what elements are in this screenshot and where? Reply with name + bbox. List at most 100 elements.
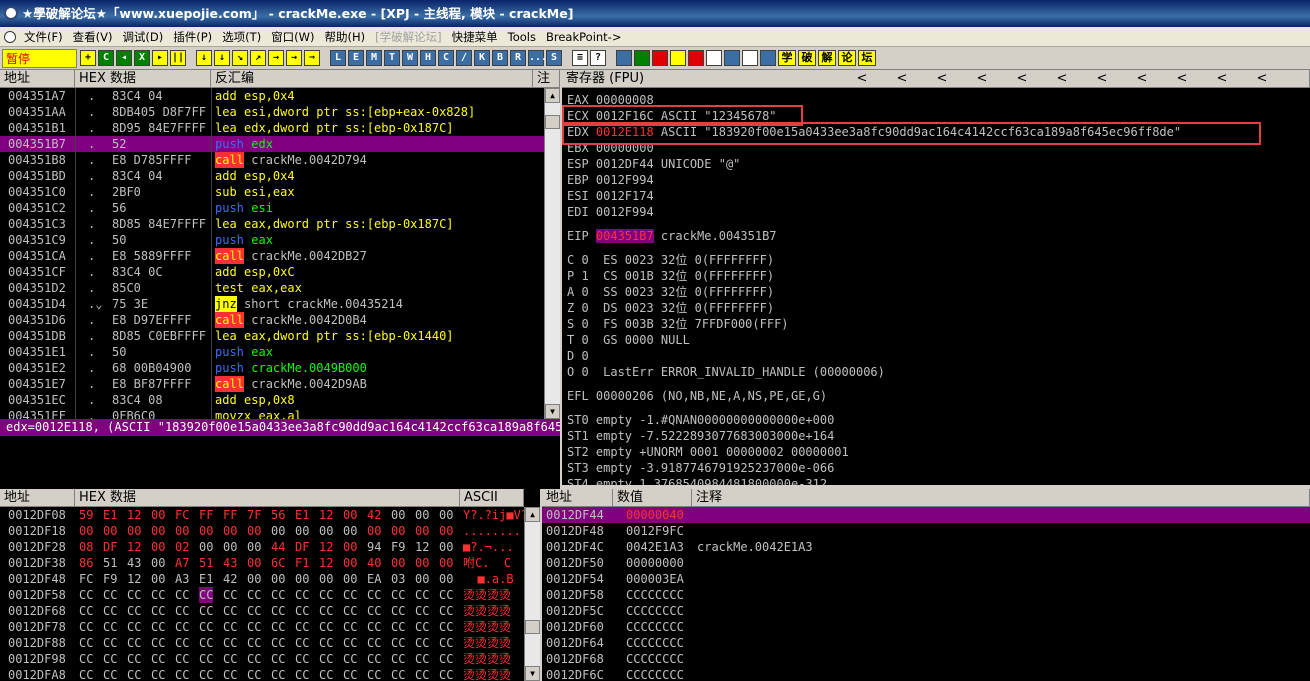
flag-line[interactable]: S 0 FS 003B 32位 7FFDF000(FFF) [567,316,789,332]
dump-byte[interactable]: 00 [415,523,429,539]
dump-byte[interactable]: FF [199,507,213,523]
dump-byte[interactable]: 00 [439,539,453,555]
dump-byte[interactable]: CC [223,635,237,651]
dump-byte[interactable]: 00 [343,507,357,523]
dump-byte[interactable]: CC [367,635,381,651]
stack-row[interactable]: 0012DF54 000003EA [542,571,1310,587]
dump-byte[interactable]: 42 [367,507,381,523]
dump-byte[interactable]: CC [271,635,285,651]
dump-byte[interactable]: CC [439,667,453,681]
dump-byte[interactable]: 08 [79,539,93,555]
toolbar-window-button-1[interactable]: E [348,50,364,66]
disasm-row[interactable]: 004351E2. 68 00B04900 push crackMe.0049B000 [0,360,544,376]
dump-byte[interactable]: CC [271,603,285,619]
disasm-row[interactable]: 004351B7. 52 push edx [0,136,544,152]
chevron-left-icon[interactable]: < [882,70,922,87]
reg-eax[interactable]: EAX 00000008 [567,92,654,108]
dump-byte[interactable]: F9 [391,539,405,555]
disasm-row[interactable]: 004351C9. 50 push eax [0,232,544,248]
dump-byte[interactable]: 00 [175,523,189,539]
disasm-row[interactable]: 004351B8. E8 D785FFFF call crackMe.0042D794 [0,152,544,168]
disasm-row[interactable]: 004351AA. 8DB405 D8F7FF lea esi,dword ptr s… [0,104,544,120]
dump-byte[interactable]: CC [103,651,117,667]
chevron-left-icon[interactable]: < [1082,70,1122,87]
dump-byte[interactable]: CC [295,619,309,635]
disasm-row[interactable]: 004351D2. 85C0 test eax,eax [0,280,544,296]
dump-byte[interactable]: CC [127,651,141,667]
toolbar-window-button-9[interactable]: B [492,50,508,66]
disasm-row[interactable]: 004351C0. 2BF0 sub esi,eax [0,184,544,200]
dump-byte[interactable]: 00 [247,555,261,571]
dump-byte[interactable]: FF [223,507,237,523]
dump-row[interactable]: 0012DF38 86 51 43 00 A7 51 43 00 6C F1 12 00 40 00 00 00… [0,555,524,571]
toolbar-option-button-0[interactable]: ≡ [572,50,588,66]
dump-byte[interactable]: CC [151,651,165,667]
dump-byte[interactable]: 12 [127,539,141,555]
flag-line[interactable]: A 0 SS 0023 32位 0(FFFFFFFF) [567,284,774,300]
dump-byte[interactable]: CC [103,619,117,635]
col-header-hex[interactable]: HEX 数据 [75,70,211,88]
toolbar-forum-button-4[interactable]: 坛 [858,50,876,66]
dump-byte[interactable]: CC [439,619,453,635]
dump-byte[interactable]: 00 [295,571,309,587]
disasm-row[interactable]: 004351D6. E8 D97EFFFF call crackMe.0042D0B4 [0,312,544,328]
reg-eip[interactable]: EIP 004351B7 crackMe.004351B7 [567,228,777,244]
dump-byte[interactable]: CC [343,603,357,619]
dump-byte[interactable]: 7F [247,507,261,523]
dump-byte[interactable]: CC [391,587,405,603]
dump-byte[interactable]: 00 [271,523,285,539]
dump-byte[interactable]: CC [415,667,429,681]
dump-byte[interactable]: 00 [151,555,165,571]
dump-byte[interactable]: CC [415,587,429,603]
chevron-left-icon[interactable]: < [1122,70,1162,87]
disasm-row[interactable]: 004351B1. 8D95 84E7FFFF lea edx,dword ptr s… [0,120,544,136]
dump-byte[interactable]: CC [391,651,405,667]
toolbar-plugin-icon[interactable] [706,50,722,66]
dump-byte[interactable]: CC [79,587,93,603]
dump-byte[interactable]: 42 [223,571,237,587]
dump-byte[interactable]: CC [247,667,261,681]
menu-item-7[interactable]: [学破解论坛] [370,27,446,46]
dump-byte[interactable]: CC [199,667,213,681]
dump-byte[interactable]: CC [151,603,165,619]
dump-col-ascii[interactable]: ASCII [460,489,524,507]
menu-item-0[interactable]: 文件(F) [19,27,68,46]
dump-byte[interactable]: CC [151,619,165,635]
flag-line[interactable]: T 0 GS 0000 NULL [567,332,690,348]
dump-byte[interactable]: 00 [439,523,453,539]
dump-byte[interactable]: CC [223,651,237,667]
disasm-row[interactable]: 004351D4 .⌄ 75 3E jnz short crackMe.00435214 [0,296,544,312]
chevron-left-icon[interactable]: < [1042,70,1082,87]
dump-byte[interactable]: CC [295,667,309,681]
dump-byte[interactable]: 00 [439,571,453,587]
toolbar-window-button-5[interactable]: H [420,50,436,66]
dump-byte[interactable]: 00 [343,571,357,587]
reg-ecx[interactable]: ECX 0012F16C ASCII "12345678" [567,108,777,124]
menu-item-4[interactable]: 选项(T) [217,27,266,46]
chevron-left-icon[interactable]: < [922,70,962,87]
dump-byte[interactable]: 00 [343,555,357,571]
dump-row[interactable]: 0012DF58 CC CC CC CC CC CC CC CC CC CC CC CC CC CC CC CC… [0,587,524,603]
toolbar-step-button-5[interactable]: → [286,50,302,66]
dump-byte[interactable]: CC [391,667,405,681]
dump-byte[interactable]: 00 [439,507,453,523]
toolbar-window-button-6[interactable]: C [438,50,454,66]
toolbar-option-button-1[interactable]: ? [590,50,606,66]
dump-byte[interactable]: 00 [391,507,405,523]
reg-edi[interactable]: EDI 0012F994 [567,204,654,220]
dump-byte[interactable]: CC [319,603,333,619]
dump-byte[interactable]: CC [415,603,429,619]
toolbar-step-button-3[interactable]: ↗ [250,50,266,66]
dump-byte[interactable]: 00 [247,539,261,555]
dump-byte[interactable]: 12 [127,507,141,523]
dump-byte[interactable]: E1 [103,507,117,523]
toolbar-forum-button-0[interactable]: 学 [778,50,796,66]
dump-byte[interactable]: CC [199,603,213,619]
dump-byte[interactable]: CC [391,603,405,619]
disasm-row[interactable]: 004351C2. 56 push esi [0,200,544,216]
toolbar-forum-button-3[interactable]: 论 [838,50,856,66]
stack-row[interactable]: 0012DF48 0012F9FC [542,523,1310,539]
dump-byte[interactable]: CC [391,619,405,635]
dump-byte[interactable]: CC [175,667,189,681]
toolbar-window-button-8[interactable]: K [474,50,490,66]
